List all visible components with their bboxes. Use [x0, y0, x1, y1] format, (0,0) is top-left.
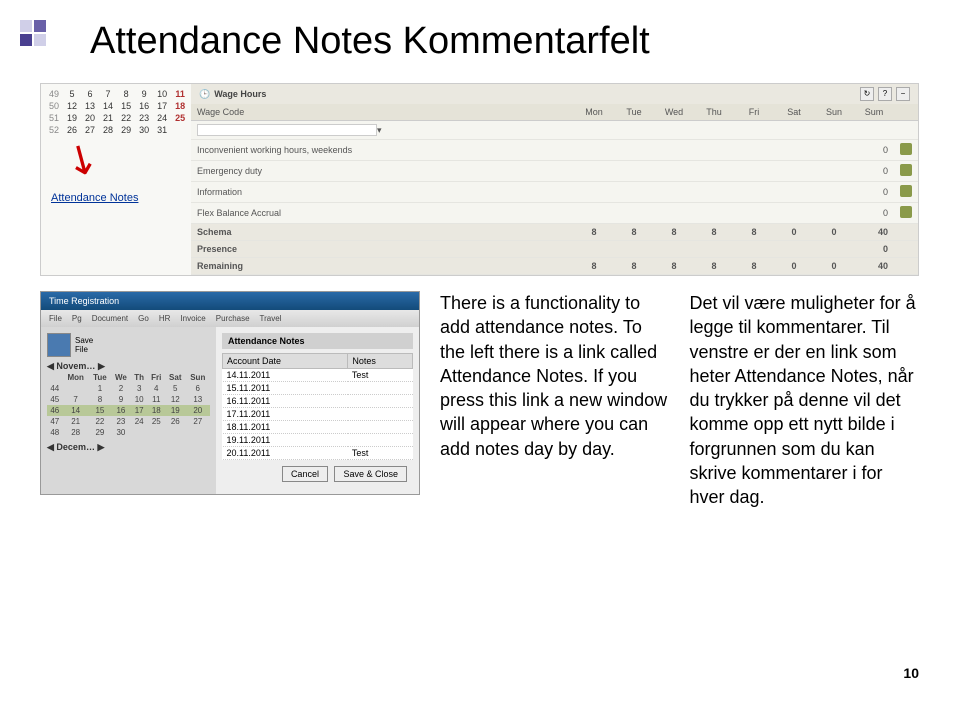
table-row: Schema888880040	[191, 224, 918, 241]
toolbar-item[interactable]: Purchase	[216, 314, 250, 323]
mini-calendar: 4956789101150121314151617185119202122232…	[45, 88, 189, 136]
slide-bullet-decoration	[20, 20, 60, 60]
cancel-button[interactable]: Cancel	[282, 466, 328, 482]
table-row: Remaining888880040	[191, 258, 918, 275]
minimize-button[interactable]: −	[896, 87, 910, 101]
toolbar-item[interactable]: Pg	[72, 314, 82, 323]
table-row: 15.11.2011	[223, 382, 413, 395]
delete-icon[interactable]	[900, 164, 912, 176]
toolbar-item[interactable]: File	[49, 314, 62, 323]
table-row: Information0	[191, 182, 918, 203]
calendar-next-month: ◀ Decem… ▶	[47, 442, 210, 453]
body-text-english: There is a functionality to add attendan…	[440, 291, 670, 510]
menubar: Time Registration	[41, 292, 419, 310]
table-row: Emergency duty0	[191, 161, 918, 182]
wage-code-dropdown-row: ▾	[191, 121, 918, 140]
toolbar-item[interactable]: HR	[159, 314, 171, 323]
toolbar-item[interactable]: Document	[92, 314, 128, 323]
delete-icon[interactable]	[900, 185, 912, 197]
table-row: 20.11.2011Test	[223, 447, 413, 460]
file-label: File	[75, 345, 93, 354]
wage-panel-title: Wage Hours	[214, 89, 266, 99]
notes-table[interactable]: Account DateNotes 14.11.2011Test15.11.20…	[222, 353, 413, 460]
table-row: 16.11.2011	[223, 395, 413, 408]
toolbar: File Pg Document Go HR Invoice Purchase Travel	[41, 310, 419, 327]
save-icon[interactable]	[47, 333, 71, 357]
save-close-button[interactable]: Save & Close	[334, 466, 407, 482]
wage-code-dropdown[interactable]	[197, 124, 377, 136]
attendance-notes-link[interactable]: Attendance Notes	[51, 192, 187, 204]
table-row: Inconvenient working hours, weekends0	[191, 140, 918, 161]
table-row: 19.11.2011	[223, 434, 413, 447]
toolbar-item[interactable]: Go	[138, 314, 149, 323]
red-arrow-icon: ↘	[56, 131, 108, 188]
table-row: 17.11.2011	[223, 408, 413, 421]
month-calendar[interactable]: MonTueWeThFriSatSun 44123456457891011121…	[47, 372, 210, 438]
page-number: 10	[903, 665, 919, 681]
delete-icon[interactable]	[900, 143, 912, 155]
toolbar-item[interactable]: Invoice	[180, 314, 205, 323]
table-row: 18.11.2011	[223, 421, 413, 434]
table-row: Presence0	[191, 241, 918, 258]
toolbar-item[interactable]: Travel	[260, 314, 282, 323]
notes-panel-title: Attendance Notes	[222, 333, 413, 349]
save-label: Save	[75, 336, 93, 345]
attendance-notes-dialog-screenshot: Time Registration File Pg Document Go HR Invo…	[40, 291, 420, 495]
table-row: 14.11.2011Test	[223, 369, 413, 382]
delete-icon[interactable]	[900, 206, 912, 218]
page-title: Attendance Notes Kommentarfelt	[90, 20, 919, 63]
chevron-down-icon[interactable]: ▾	[377, 125, 382, 135]
help-button[interactable]: ?	[878, 87, 892, 101]
body-text-norwegian: Det vil være muligheter for å legge til …	[690, 291, 920, 510]
calendar-month-label: ◀ Novem… ▶	[47, 361, 210, 372]
clock-icon: 🕒	[199, 89, 210, 100]
wage-hours-table: Wage CodeMonTueWedThuFriSatSunSum ▾ Inco…	[191, 104, 918, 275]
table-row: Flex Balance Accrual0	[191, 203, 918, 224]
wage-hours-screenshot: 4956789101150121314151617185119202122232…	[40, 83, 919, 276]
refresh-button[interactable]: ↻	[860, 87, 874, 101]
